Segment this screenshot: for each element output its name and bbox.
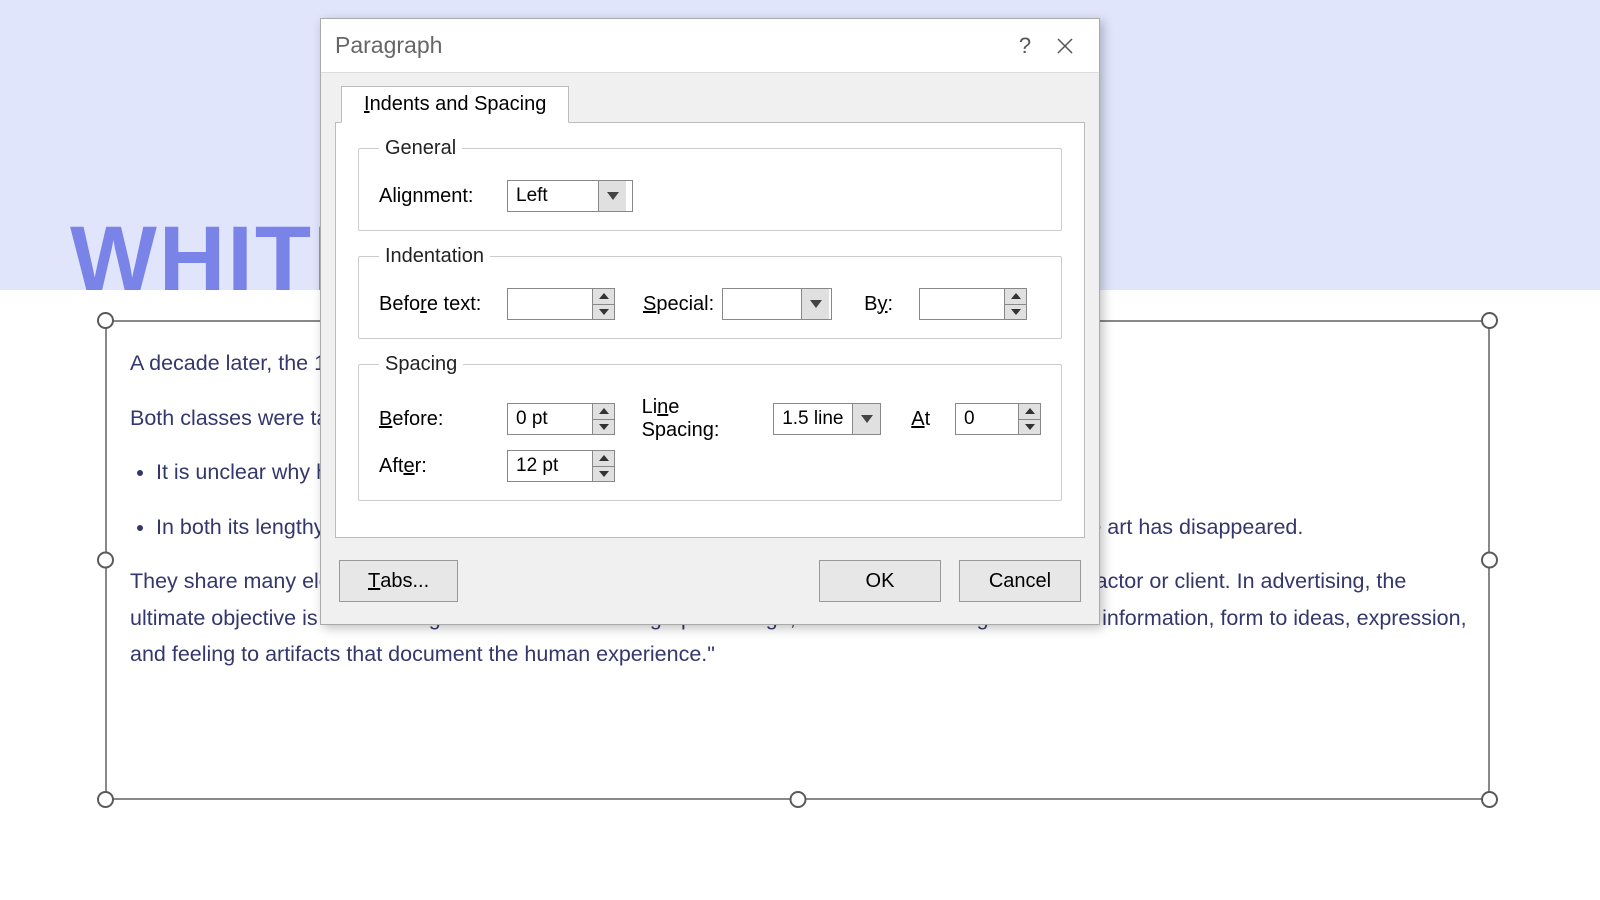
- chevron-down-icon[interactable]: [852, 404, 880, 434]
- before-text-label: Before text:: [379, 293, 499, 316]
- after-field[interactable]: [508, 451, 592, 481]
- after-spin[interactable]: [507, 450, 615, 482]
- by-spin[interactable]: [919, 288, 1027, 320]
- at-spin[interactable]: [955, 403, 1041, 435]
- special-field[interactable]: [723, 289, 801, 319]
- spin-up-icon[interactable]: [593, 404, 614, 420]
- after-label: After:: [379, 455, 499, 478]
- before-spin[interactable]: [507, 403, 615, 435]
- chevron-down-icon[interactable]: [598, 181, 626, 211]
- resize-handle-mb[interactable]: [789, 791, 806, 808]
- alignment-label: Alignment:: [379, 185, 499, 208]
- alignment-field[interactable]: [508, 181, 598, 211]
- line-spacing-label: Line Spacing:: [642, 396, 749, 442]
- close-icon: [1056, 37, 1074, 55]
- special-label: Special:: [643, 293, 714, 316]
- close-button[interactable]: [1045, 26, 1085, 66]
- before-field[interactable]: [508, 404, 592, 434]
- group-general: General Alignment:: [358, 137, 1062, 231]
- resize-handle-ml[interactable]: [97, 552, 114, 569]
- cancel-button[interactable]: Cancel: [959, 560, 1081, 602]
- paragraph-dialog: Paragraph ? Indents and Spacing General …: [320, 18, 1100, 625]
- before-text-spin[interactable]: [507, 288, 615, 320]
- resize-handle-br[interactable]: [1481, 791, 1498, 808]
- spacing-legend: Spacing: [379, 353, 463, 376]
- by-label: By:: [864, 293, 893, 316]
- spin-down-icon[interactable]: [1005, 305, 1026, 320]
- spin-up-icon[interactable]: [593, 451, 614, 467]
- help-icon: ?: [1019, 33, 1031, 59]
- dialog-title: Paragraph: [335, 32, 1005, 59]
- dialog-titlebar[interactable]: Paragraph ?: [321, 19, 1099, 73]
- line-spacing-combo[interactable]: [773, 403, 881, 435]
- group-spacing: Spacing Before: Line Spacing:: [358, 353, 1062, 501]
- before-label: Before:: [379, 408, 499, 431]
- indentation-legend: Indentation: [379, 245, 490, 268]
- spin-up-icon[interactable]: [1019, 404, 1040, 420]
- special-combo[interactable]: [722, 288, 832, 320]
- dialog-button-row: Tabs... OK Cancel: [321, 542, 1099, 624]
- help-button[interactable]: ?: [1005, 26, 1045, 66]
- tab-label-rest: ndents and Spacing: [370, 93, 547, 115]
- resize-handle-tr[interactable]: [1481, 312, 1498, 329]
- resize-handle-mr[interactable]: [1481, 552, 1498, 569]
- tab-panel: General Alignment: Indentation Before te…: [335, 122, 1085, 538]
- spin-down-icon[interactable]: [593, 305, 614, 320]
- spin-down-icon[interactable]: [593, 420, 614, 435]
- resize-handle-bl[interactable]: [97, 791, 114, 808]
- chevron-down-icon[interactable]: [801, 289, 829, 319]
- spin-down-icon[interactable]: [593, 467, 614, 482]
- resize-handle-tl[interactable]: [97, 312, 114, 329]
- by-field[interactable]: [920, 289, 1004, 319]
- ok-button[interactable]: OK: [819, 560, 941, 602]
- spin-up-icon[interactable]: [593, 289, 614, 305]
- at-field[interactable]: [956, 404, 1018, 434]
- at-label: At: [911, 408, 930, 431]
- tabs-button[interactable]: Tabs...: [339, 560, 458, 602]
- general-legend: General: [379, 137, 462, 160]
- spin-down-icon[interactable]: [1019, 420, 1040, 435]
- alignment-combo[interactable]: [507, 180, 633, 212]
- before-text-field[interactable]: [508, 289, 592, 319]
- line-spacing-field[interactable]: [774, 404, 852, 434]
- group-indentation: Indentation Before text: Special:: [358, 245, 1062, 339]
- spin-up-icon[interactable]: [1005, 289, 1026, 305]
- tab-indents-and-spacing[interactable]: Indents and Spacing: [341, 86, 569, 123]
